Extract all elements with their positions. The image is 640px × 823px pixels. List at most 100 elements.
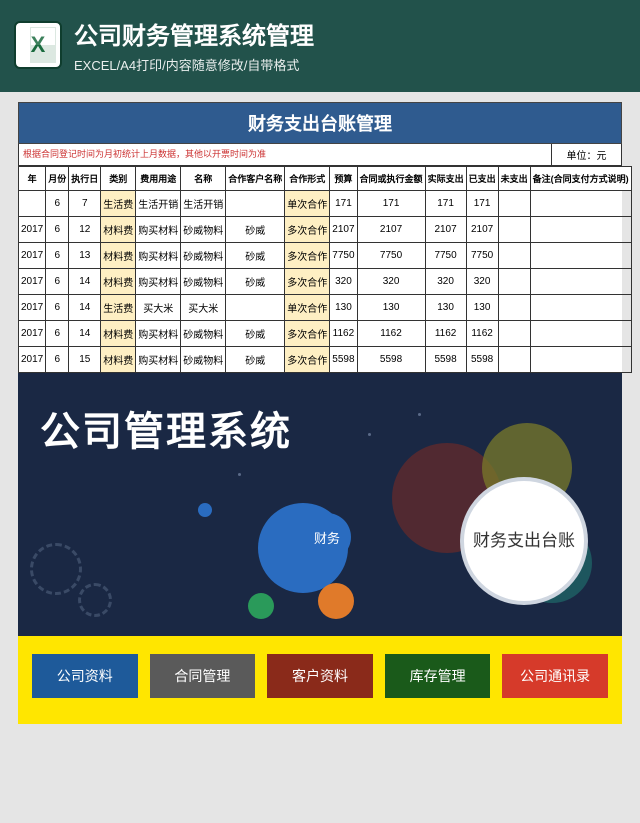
table-cell: 130: [425, 295, 466, 321]
table-cell: [226, 191, 285, 217]
table-cell: 171: [330, 191, 357, 217]
sheet-title: 财务支出台账管理: [18, 102, 622, 144]
table-cell: 171: [357, 191, 425, 217]
table-cell: [530, 347, 631, 373]
table-cell: 材料费: [101, 321, 136, 347]
table-cell: [530, 243, 631, 269]
table-cell: 15: [69, 347, 101, 373]
table-cell: [530, 191, 631, 217]
table-cell: 砂威物料: [181, 243, 226, 269]
table-cell: 5598: [357, 347, 425, 373]
dashboard-title: 公司管理系统: [40, 399, 292, 457]
table-cell: 砂威物料: [181, 347, 226, 373]
table-cell: 生活费: [101, 295, 136, 321]
nav-button[interactable]: 合同管理: [150, 654, 256, 698]
table-cell: 砂威物料: [181, 321, 226, 347]
table-cell: 2017: [19, 321, 46, 347]
page-header: X 公司财务管理系统管理 EXCEL/A4打印/内容随意修改/自带格式: [0, 0, 640, 92]
table-cell: 2107: [357, 217, 425, 243]
decorative-dot: [198, 503, 212, 517]
table-cell: 购买材料: [136, 269, 181, 295]
table-cell: 2017: [19, 269, 46, 295]
column-header: 未支出: [498, 167, 530, 191]
decorative-dot: [238, 473, 241, 476]
decorative-circle: [248, 593, 274, 619]
finance-disc[interactable]: 财务支出台账: [464, 481, 584, 601]
column-header: 实际支出: [425, 167, 466, 191]
table-cell: 砂威: [226, 347, 285, 373]
column-header: 费用用途: [136, 167, 181, 191]
table-cell: 5598: [466, 347, 498, 373]
table-cell: 多次合作: [285, 243, 330, 269]
table-cell: [530, 295, 631, 321]
table-cell: 材料费: [101, 347, 136, 373]
table-cell: 购买材料: [136, 321, 181, 347]
table-cell: 2107: [425, 217, 466, 243]
table-cell: [498, 321, 530, 347]
table-cell: 生活费: [101, 191, 136, 217]
gear-icon: [30, 543, 82, 595]
column-header: 执行日: [69, 167, 101, 191]
table-row: 2017614材料费购买材料砂威物料砂威多次合作320320320320: [19, 269, 632, 295]
table-cell: 多次合作: [285, 347, 330, 373]
column-header: 已支出: [466, 167, 498, 191]
table-cell: 买大米: [136, 295, 181, 321]
table-cell: 砂威物料: [181, 217, 226, 243]
table-cell: 砂威: [226, 269, 285, 295]
table-cell: 购买材料: [136, 347, 181, 373]
table-cell: 购买材料: [136, 243, 181, 269]
table-cell: 171: [425, 191, 466, 217]
table-cell: [498, 217, 530, 243]
table-cell: [498, 347, 530, 373]
table-cell: 7: [69, 191, 101, 217]
table-cell: 6: [46, 191, 69, 217]
table-cell: 13: [69, 243, 101, 269]
table-cell: 单次合作: [285, 295, 330, 321]
table-cell: 购买材料: [136, 217, 181, 243]
table-cell: 2107: [466, 217, 498, 243]
table-cell: 5598: [425, 347, 466, 373]
column-header: 合作客户名称: [226, 167, 285, 191]
excel-icon: X: [14, 21, 62, 69]
table-cell: [498, 269, 530, 295]
table-cell: [498, 295, 530, 321]
table-cell: 生活开销: [136, 191, 181, 217]
table-cell: 砂威物料: [181, 269, 226, 295]
table-cell: [530, 321, 631, 347]
page-subtitle: EXCEL/A4打印/内容随意修改/自带格式: [74, 55, 314, 74]
table-cell: 130: [357, 295, 425, 321]
table-cell: 1162: [425, 321, 466, 347]
table-cell: 1162: [466, 321, 498, 347]
nav-button[interactable]: 客户资料: [267, 654, 373, 698]
table-cell: 材料费: [101, 217, 136, 243]
nav-button[interactable]: 公司通讯录: [502, 654, 608, 698]
table-cell: 2017: [19, 243, 46, 269]
table-cell: 7750: [330, 243, 357, 269]
decorative-dot: [368, 433, 371, 436]
column-header: 合同或执行金额: [357, 167, 425, 191]
ledger-table: 年月份执行日类别费用用途名称合作客户名称合作形式预算合同或执行金额实际支出已支出…: [18, 166, 632, 373]
table-cell: 130: [466, 295, 498, 321]
column-header: 备注(合同支付方式说明): [530, 167, 631, 191]
spreadsheet-preview: 财务支出台账管理 根据合同登记时间为月初统计上月数据，其他以开票时间为准 单位：…: [18, 102, 622, 373]
table-cell: 320: [330, 269, 357, 295]
column-header: 名称: [181, 167, 226, 191]
table-cell: 7750: [466, 243, 498, 269]
table-cell: [498, 191, 530, 217]
page-title: 公司财务管理系统管理: [74, 16, 314, 51]
table-cell: 320: [425, 269, 466, 295]
table-cell: 14: [69, 295, 101, 321]
table-cell: 多次合作: [285, 269, 330, 295]
table-cell: 6: [46, 295, 69, 321]
table-row: 2017614材料费购买材料砂威物料砂威多次合作1162116211621162: [19, 321, 632, 347]
table-cell: 1162: [357, 321, 425, 347]
table-cell: 6: [46, 321, 69, 347]
dashboard-preview: 公司管理系统 财务 财务支出台账 公司资料合同管理客户资料库存管理公司通讯录: [18, 373, 622, 724]
table-cell: [530, 269, 631, 295]
table-cell: 2017: [19, 347, 46, 373]
nav-button[interactable]: 库存管理: [385, 654, 491, 698]
sheet-note: 根据合同登记时间为月初统计上月数据，其他以开票时间为准: [19, 144, 551, 165]
table-cell: 1162: [330, 321, 357, 347]
decorative-dot: [418, 413, 421, 416]
nav-button[interactable]: 公司资料: [32, 654, 138, 698]
